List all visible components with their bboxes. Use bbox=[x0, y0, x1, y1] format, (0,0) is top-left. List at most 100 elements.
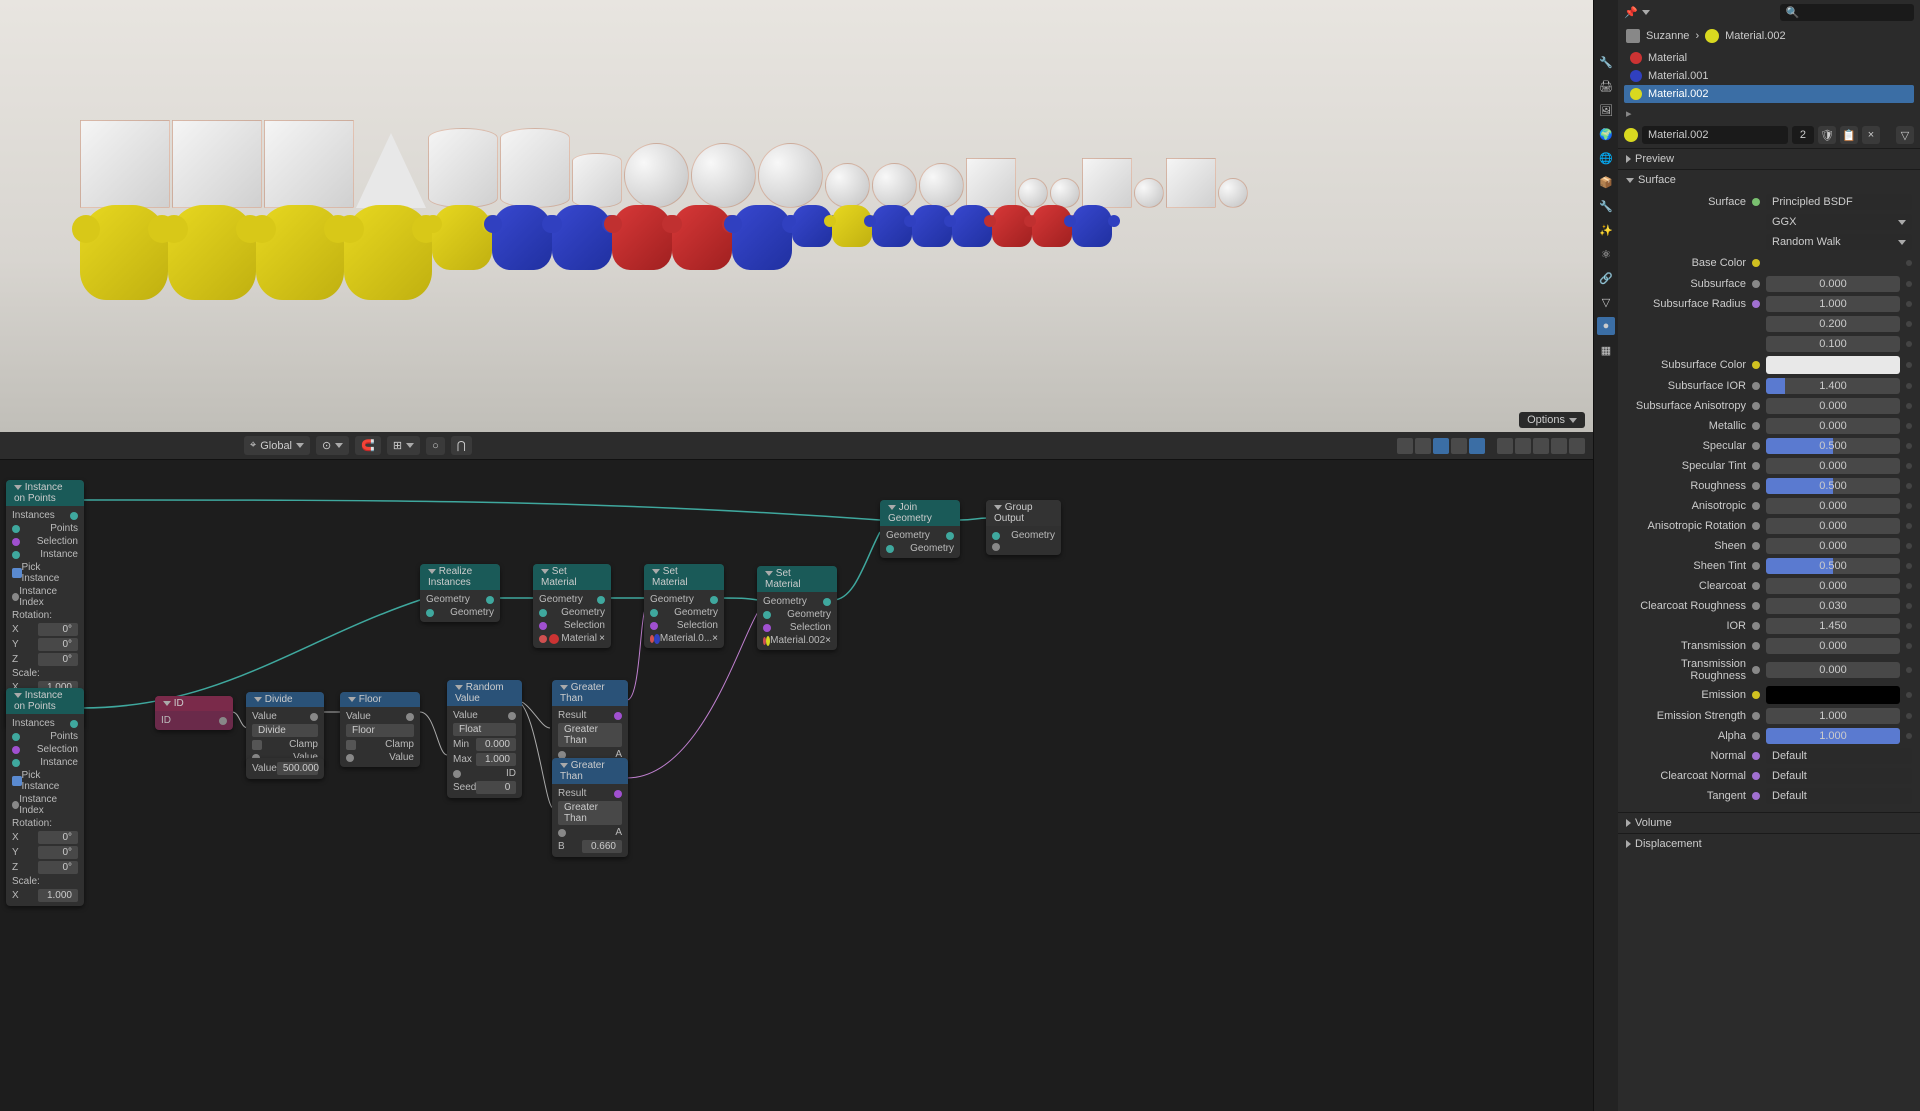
breadcrumb-object[interactable]: Suzanne bbox=[1646, 30, 1689, 42]
section-surface-header[interactable]: Surface bbox=[1618, 170, 1920, 190]
keyframe-icon[interactable] bbox=[1906, 667, 1912, 673]
mode-dropdown[interactable]: Floor bbox=[346, 724, 414, 737]
breadcrumb-material[interactable]: Material.002 bbox=[1725, 30, 1786, 42]
value-input[interactable]: 0.000 bbox=[1766, 458, 1900, 474]
node-header[interactable]: Set Material bbox=[644, 564, 724, 590]
node-group-output[interactable]: Group Output Geometry bbox=[986, 500, 1061, 555]
socket-dot-icon[interactable] bbox=[1752, 582, 1760, 590]
snap-toggle[interactable]: 🧲 bbox=[355, 436, 381, 455]
view-icon[interactable] bbox=[1397, 438, 1413, 454]
keyframe-icon[interactable] bbox=[1906, 260, 1912, 266]
tab-texture-icon[interactable]: ▦ bbox=[1597, 341, 1615, 359]
pivot-dropdown[interactable]: ⊙ bbox=[316, 436, 349, 455]
overlays-dropdown[interactable] bbox=[1415, 438, 1431, 454]
node-random-value[interactable]: Random Value Value Float Min0.000 Max1.0… bbox=[447, 680, 522, 798]
value-input[interactable]: 0.660 bbox=[582, 840, 622, 853]
socket-dot-icon[interactable] bbox=[1752, 300, 1760, 308]
node-header[interactable]: Random Value bbox=[447, 680, 522, 706]
value-input[interactable]: 0° bbox=[38, 623, 78, 636]
keyframe-icon[interactable] bbox=[1906, 503, 1912, 509]
shading-mode-1[interactable] bbox=[1497, 438, 1513, 454]
socket-in[interactable] bbox=[992, 532, 1000, 540]
keyframe-icon[interactable] bbox=[1906, 583, 1912, 589]
value-input[interactable]: 0.000 bbox=[1766, 578, 1900, 594]
tangent-dropdown[interactable]: Default bbox=[1766, 788, 1912, 804]
socket-dot-icon[interactable] bbox=[1752, 522, 1760, 530]
tab-material-icon[interactable]: ● bbox=[1597, 317, 1615, 335]
backdrop-toggle[interactable] bbox=[1433, 438, 1449, 454]
color-input[interactable] bbox=[1766, 254, 1900, 272]
node-header[interactable]: Greater Than bbox=[552, 758, 628, 784]
socket-in[interactable] bbox=[539, 635, 547, 643]
value-input[interactable]: 0.500 bbox=[1766, 558, 1900, 574]
keyframe-icon[interactable] bbox=[1906, 623, 1912, 629]
pin-icon[interactable]: 📌 bbox=[1624, 6, 1638, 19]
node-value[interactable]: Value500.000 bbox=[246, 758, 324, 779]
value-input[interactable]: 1.000 bbox=[1766, 728, 1900, 744]
socket-in[interactable] bbox=[763, 611, 771, 619]
tab-render-icon[interactable]: 🔧 bbox=[1597, 53, 1615, 71]
socket-out[interactable] bbox=[710, 596, 718, 604]
keyframe-icon[interactable] bbox=[1906, 733, 1912, 739]
socket-in[interactable] bbox=[12, 733, 20, 741]
value-input[interactable]: 0.000 bbox=[1766, 638, 1900, 654]
tab-scene-icon[interactable]: 🌍 bbox=[1597, 125, 1615, 143]
socket-dot-icon[interactable] bbox=[1752, 642, 1760, 650]
new-material-button[interactable]: 📋 bbox=[1840, 126, 1858, 144]
keyframe-icon[interactable] bbox=[1906, 483, 1912, 489]
value-input[interactable]: 0° bbox=[38, 653, 78, 666]
tab-view-icon[interactable]: 🖼 bbox=[1597, 101, 1615, 119]
shading-mode-4[interactable] bbox=[1551, 438, 1567, 454]
socket-in[interactable] bbox=[12, 525, 20, 533]
keyframe-icon[interactable] bbox=[1906, 523, 1912, 529]
node-set-material[interactable]: Set Material Geometry Geometry Selection… bbox=[644, 564, 724, 648]
value-input[interactable]: 0 bbox=[476, 781, 516, 794]
value-input[interactable]: 1.000 bbox=[38, 889, 78, 902]
tab-constraints-icon[interactable]: 🔗 bbox=[1597, 269, 1615, 287]
value-input[interactable]: 1.450 bbox=[1766, 618, 1900, 634]
expand-icon[interactable]: ▸ bbox=[1618, 105, 1920, 122]
socket-in[interactable] bbox=[992, 543, 1000, 551]
socket-out[interactable] bbox=[406, 713, 414, 721]
value-input[interactable]: 0.000 bbox=[1766, 398, 1900, 414]
mode-dropdown[interactable]: Divide bbox=[252, 724, 318, 737]
keyframe-icon[interactable] bbox=[1906, 383, 1912, 389]
node-header[interactable]: Realize Instances bbox=[420, 564, 500, 590]
node-header[interactable]: Group Output bbox=[986, 500, 1061, 526]
node-realize-instances[interactable]: Realize Instances Geometry Geometry bbox=[420, 564, 500, 622]
node-header[interactable]: Set Material bbox=[533, 564, 611, 590]
keyframe-icon[interactable] bbox=[1906, 443, 1912, 449]
color-input[interactable] bbox=[1766, 356, 1900, 374]
socket-in[interactable] bbox=[539, 609, 547, 617]
socket-out[interactable] bbox=[70, 512, 78, 520]
value-input[interactable]: 0.000 bbox=[1766, 418, 1900, 434]
socket-out[interactable] bbox=[614, 790, 622, 798]
keyframe-icon[interactable] bbox=[1906, 543, 1912, 549]
keyframe-icon[interactable] bbox=[1906, 321, 1912, 327]
value-input[interactable]: 0° bbox=[38, 831, 78, 844]
node-header[interactable]: Instance on Points bbox=[6, 480, 84, 506]
value-input[interactable]: 1.000 bbox=[1766, 296, 1900, 312]
snap-dropdown[interactable]: ⊞ bbox=[387, 436, 420, 455]
shading-wireframe[interactable] bbox=[1451, 438, 1467, 454]
color-input[interactable] bbox=[1766, 686, 1900, 704]
node-header[interactable]: Join Geometry bbox=[880, 500, 960, 526]
socket-in[interactable] bbox=[558, 829, 566, 837]
value-input[interactable]: 0° bbox=[38, 846, 78, 859]
socket-dot-icon[interactable] bbox=[1752, 280, 1760, 288]
socket-dot-icon[interactable] bbox=[1752, 602, 1760, 610]
socket-dot-icon[interactable] bbox=[1752, 772, 1760, 780]
checkbox[interactable] bbox=[252, 740, 262, 750]
socket-in[interactable] bbox=[763, 624, 771, 632]
value-input[interactable]: 0.000 bbox=[1766, 498, 1900, 514]
subsurface-method-dropdown[interactable]: Random Walk bbox=[1766, 234, 1912, 250]
keyframe-icon[interactable] bbox=[1906, 281, 1912, 287]
socket-out[interactable] bbox=[823, 598, 831, 606]
socket-in[interactable] bbox=[12, 801, 19, 809]
socket-dot-icon[interactable] bbox=[1752, 792, 1760, 800]
value-input[interactable]: 0.000 bbox=[1766, 662, 1900, 678]
socket-out[interactable] bbox=[946, 532, 954, 540]
value-input[interactable]: 0.000 bbox=[1766, 518, 1900, 534]
tab-output-icon[interactable]: 🖨 bbox=[1597, 77, 1615, 95]
socket-dot-icon[interactable] bbox=[1752, 752, 1760, 760]
